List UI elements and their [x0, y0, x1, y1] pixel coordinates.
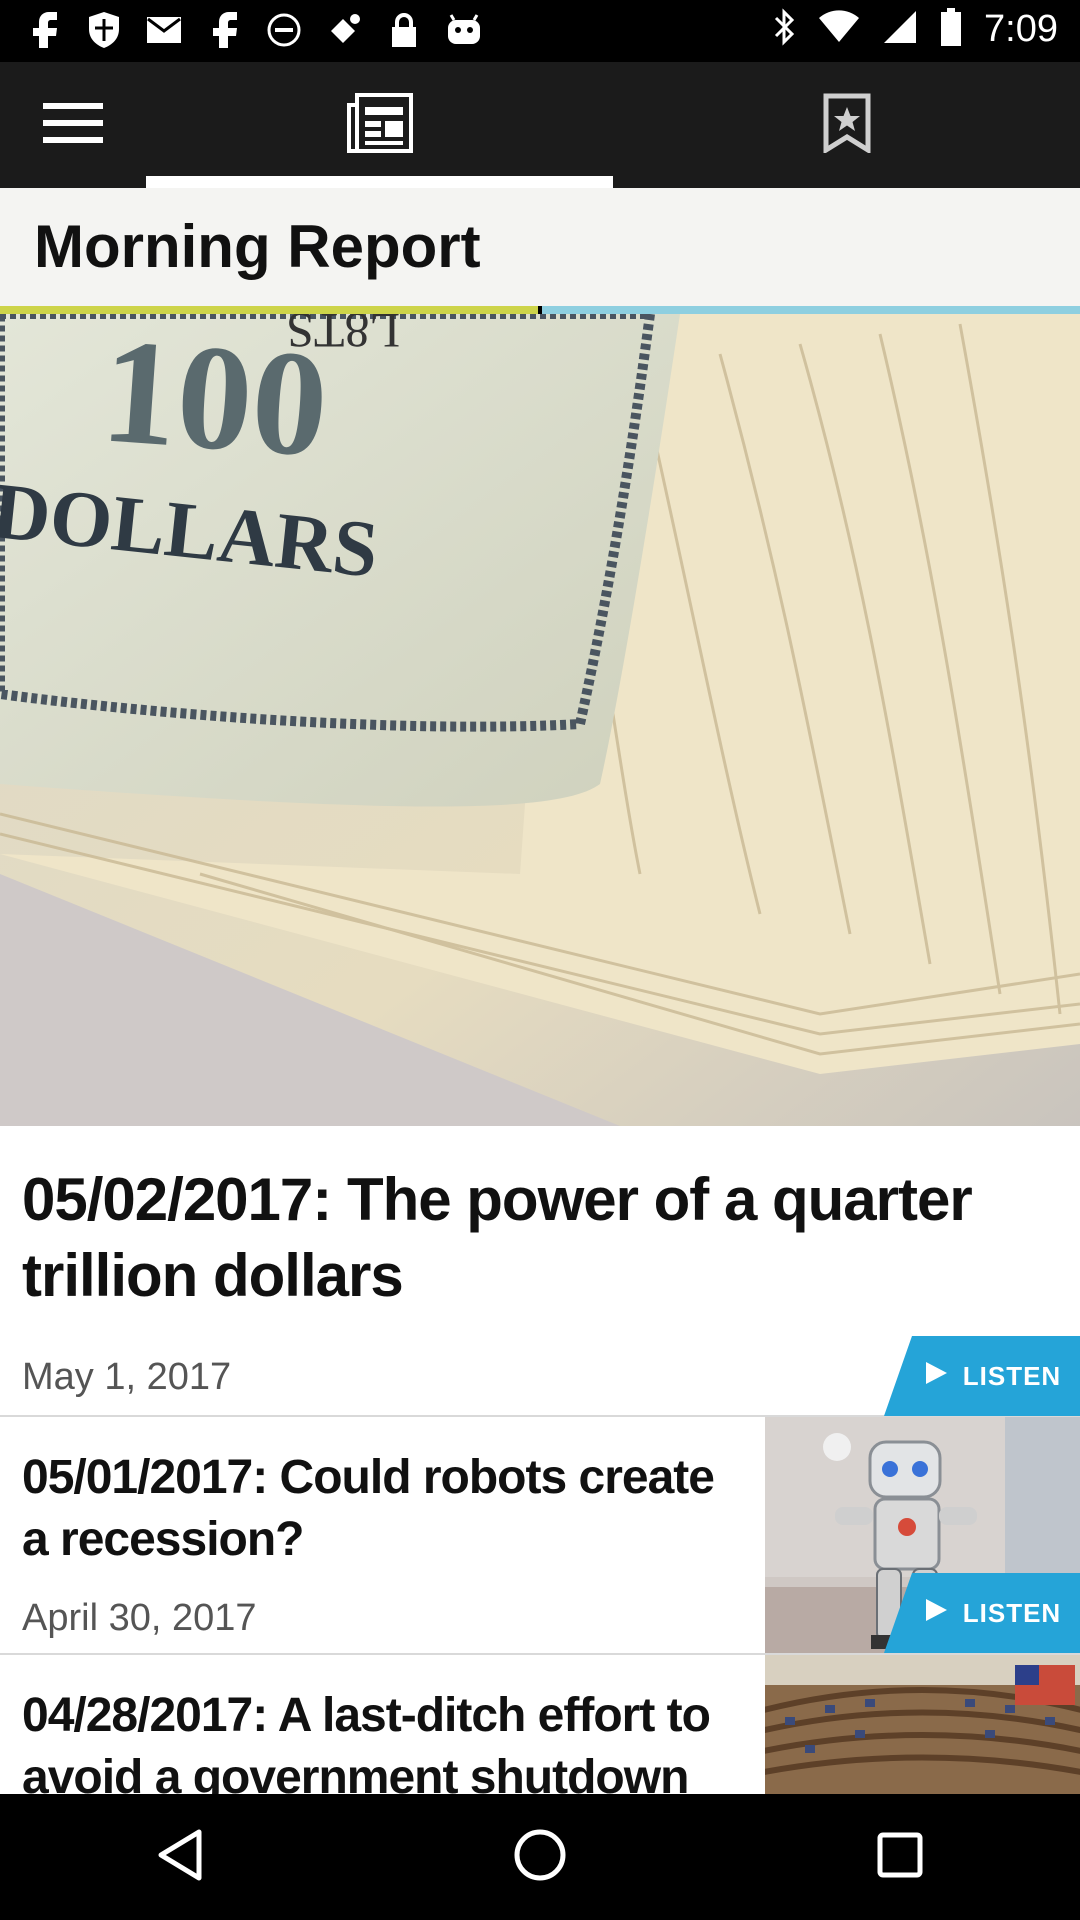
navigation-bar	[0, 1794, 1080, 1920]
news-icon	[346, 92, 413, 158]
menu-icon	[43, 101, 103, 150]
featured-article[interactable]: 05/02/2017: The power of a quarter trill…	[0, 1126, 1080, 1417]
back-icon	[155, 1828, 205, 1887]
lock-icon	[384, 10, 424, 50]
listen-button[interactable]: LISTEN	[884, 1573, 1080, 1653]
list-item[interactable]: 05/01/2017: Could robots create a recess…	[0, 1417, 1080, 1655]
hero-image[interactable]: 100 DOLLARS L8TS	[0, 314, 1080, 1126]
list-item[interactable]: 04/28/2017: A last-ditch effort to avoid…	[0, 1655, 1080, 1794]
bookmark-star-icon	[823, 93, 871, 158]
mail-icon	[144, 10, 184, 50]
do-not-disturb-icon	[264, 10, 304, 50]
home-icon	[513, 1828, 567, 1887]
android-icon	[444, 10, 484, 50]
money-stack-image: 100 DOLLARS L8TS	[0, 314, 1080, 1126]
shield-icon	[84, 10, 124, 50]
article-title[interactable]: 04/28/2017: A last-ditch effort to avoid…	[22, 1685, 742, 1794]
facebook-icon	[24, 10, 64, 50]
active-tab-indicator	[146, 176, 613, 188]
article-thumbnail[interactable]	[765, 1655, 1080, 1794]
menu-button[interactable]	[0, 62, 146, 188]
facebook-icon	[204, 10, 244, 50]
play-icon	[923, 1360, 949, 1393]
battery-icon	[940, 8, 962, 51]
title-stripe-right	[542, 306, 1080, 314]
congress-chamber-image	[765, 1655, 1080, 1794]
recents-button[interactable]	[720, 1794, 1080, 1920]
status-icons-right: 7:09	[772, 8, 1058, 51]
featured-title[interactable]: 05/02/2017: The power of a quarter trill…	[22, 1162, 1042, 1314]
recents-icon	[876, 1831, 924, 1884]
play-icon	[923, 1597, 949, 1630]
title-stripe-left	[0, 306, 538, 314]
tab-news[interactable]	[146, 62, 613, 188]
bluetooth-icon	[772, 8, 796, 51]
featured-date: May 1, 2017	[22, 1356, 232, 1398]
back-button[interactable]	[0, 1794, 360, 1920]
signal-icon	[882, 9, 918, 50]
fake-gps-icon	[324, 10, 364, 50]
page-title: Morning Report	[34, 213, 481, 280]
status-bar: 7:09	[0, 0, 1080, 62]
home-button[interactable]	[360, 1794, 720, 1920]
listen-label: LISTEN	[962, 1360, 1062, 1391]
toolbar	[0, 62, 1080, 188]
status-icons-left	[24, 10, 484, 50]
wifi-icon	[818, 10, 860, 49]
svg-text:L8TS: L8TS	[286, 314, 400, 359]
listen-label: LISTEN	[962, 1597, 1062, 1628]
status-time: 7:09	[984, 8, 1058, 50]
article-date: April 30, 2017	[22, 1597, 257, 1639]
title-bar: Morning Report	[0, 188, 1080, 306]
tab-bookmarks[interactable]	[613, 62, 1080, 188]
article-title[interactable]: 05/01/2017: Could robots create a recess…	[22, 1447, 742, 1571]
listen-button[interactable]: LISTEN	[884, 1336, 1080, 1416]
